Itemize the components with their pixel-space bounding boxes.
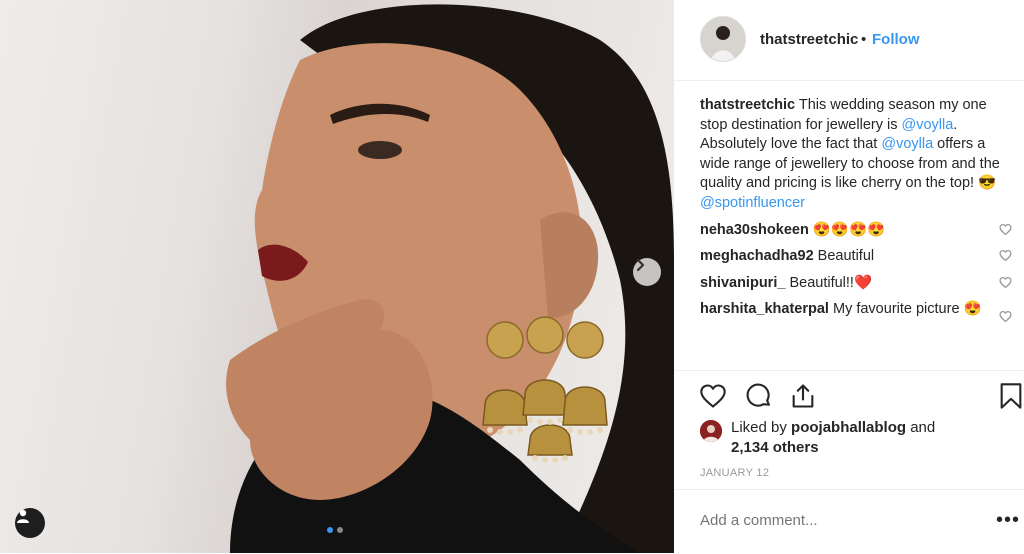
post-photo[interactable]: [0, 0, 674, 553]
user-icon: [17, 509, 29, 523]
carousel-dot: [337, 527, 343, 533]
caption-username[interactable]: thatstreetchic: [700, 97, 795, 113]
likes-middle: and: [906, 419, 936, 436]
likes-text: Liked by poojabhallablog and 2,134 other…: [731, 418, 1010, 458]
heart-icon: [700, 384, 726, 408]
comment-username[interactable]: meghachadha92: [700, 248, 814, 264]
like-button[interactable]: [698, 381, 728, 411]
comment-button[interactable]: [744, 381, 774, 411]
chevron-right-icon: [636, 258, 645, 272]
add-comment-input[interactable]: [700, 512, 960, 529]
comment-username[interactable]: neha30shokeen: [700, 222, 809, 238]
caption-mention-2[interactable]: @voylla: [881, 136, 933, 152]
add-comment-bar: •••: [674, 489, 1024, 554]
post-actions-bar: [674, 370, 1024, 425]
comment-username[interactable]: shivanipuri_: [700, 275, 785, 291]
author-username[interactable]: thatstreetchic: [760, 31, 858, 48]
likes-summary: Liked by poojabhallablog and 2,134 other…: [700, 418, 1010, 458]
header-separator: •: [861, 31, 867, 48]
comment-text: Beautiful: [817, 248, 875, 265]
liker-avatar[interactable]: [700, 420, 722, 442]
save-button[interactable]: [996, 381, 1024, 411]
comment-item: meghachadha92 Beautiful: [700, 247, 1012, 267]
comment-text: 😍😍😍😍: [812, 221, 886, 238]
post-date[interactable]: JANUARY 12: [700, 467, 769, 479]
author-avatar[interactable]: [700, 16, 746, 62]
comment-like-icon[interactable]: [999, 276, 1012, 289]
more-options-button[interactable]: •••: [996, 510, 1020, 530]
comment-icon: [746, 383, 770, 407]
carousel-indicator: [327, 527, 343, 533]
comment-username[interactable]: harshita_khaterpal: [700, 301, 829, 317]
comment-like-icon[interactable]: [999, 223, 1012, 236]
caption-mention-1[interactable]: @voylla: [902, 117, 954, 133]
likes-others-link[interactable]: 2,134 others: [731, 439, 819, 456]
comment-text: My favourite picture 😍: [832, 301, 982, 318]
comment-item: shivanipuri_ Beautiful!!❤️: [700, 274, 1012, 294]
liker-avatar-image: [700, 420, 722, 442]
share-button[interactable]: [788, 381, 818, 411]
liker-username[interactable]: poojabhallablog: [791, 419, 906, 436]
comment-item: neha30shokeen 😍😍😍😍: [700, 221, 1012, 241]
likes-prefix: Liked by: [731, 419, 792, 436]
next-image-button[interactable]: [633, 258, 661, 286]
photo-illustration: [226, 4, 674, 553]
follow-button[interactable]: Follow: [872, 31, 920, 48]
post-caption: thatstreetchic This wedding season my on…: [700, 96, 1012, 214]
comments-list: thatstreetchic This wedding season my on…: [700, 96, 1012, 323]
caption-tag[interactable]: @spotinfluencer: [700, 195, 805, 211]
comment-text: Beautiful!!❤️: [789, 274, 872, 291]
carousel-dot-active: [327, 527, 333, 533]
post-side-panel: thatstreetchic • Follow thatstreetchic T…: [674, 0, 1024, 553]
comment-like-icon[interactable]: [999, 310, 1012, 323]
comment-item: harshita_khaterpal My favourite picture …: [700, 300, 1012, 323]
avatar-image: [701, 17, 745, 61]
share-icon: [792, 384, 814, 408]
tagged-users-button[interactable]: [15, 508, 45, 538]
comment-like-icon[interactable]: [999, 249, 1012, 262]
bookmark-icon: [1000, 383, 1022, 409]
post-header: thatstreetchic • Follow: [674, 0, 1024, 81]
